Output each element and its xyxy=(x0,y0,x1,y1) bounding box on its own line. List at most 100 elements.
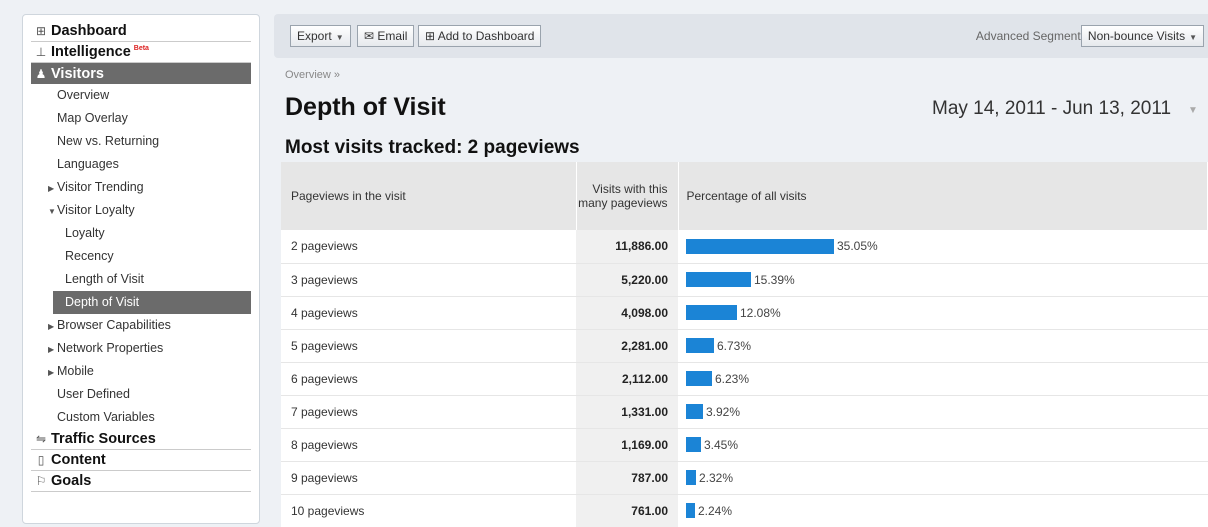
sidebar-item-label: Visitor Loyalty xyxy=(57,203,135,217)
nav-visitors[interactable]: ♟ Visitors xyxy=(31,63,251,84)
dropdown-arrow-icon: ▼ xyxy=(1189,33,1197,42)
row-visits: 11,886.00 xyxy=(576,230,678,264)
nav-visitors-label: Visitors xyxy=(51,65,104,82)
toolbar: Export ▼ ✉ Email ⊞ Add to Dashboard Advan… xyxy=(274,14,1208,58)
export-button[interactable]: Export ▼ xyxy=(290,25,351,47)
row-label[interactable]: 8 pageviews xyxy=(281,428,576,462)
page-icon: ▯ xyxy=(37,453,45,467)
percentage-label: 3.45% xyxy=(704,437,739,452)
chart-icon: ⊥ xyxy=(35,45,47,59)
row-percentage: 2.32% xyxy=(678,461,1208,495)
sidebar-item-label: Visitor Trending xyxy=(57,180,144,194)
percentage-bar xyxy=(686,470,696,486)
percentage-label: 6.23% xyxy=(715,371,750,386)
page-title: Depth of Visit xyxy=(285,93,446,121)
row-visits: 787.00 xyxy=(576,461,678,495)
percentage-label: 2.24% xyxy=(698,503,733,518)
row-percentage: 6.73% xyxy=(678,329,1208,363)
row-visits: 1,331.00 xyxy=(576,395,678,429)
beta-badge: Beta xyxy=(133,45,149,52)
row-label[interactable]: 4 pageviews xyxy=(281,296,576,330)
sidebar-item-loyalty[interactable]: Loyalty xyxy=(31,222,251,245)
table-row: 10 pageviews 761.00 2.24% xyxy=(281,494,1208,527)
segment-select[interactable]: Non-bounce Visits ▼ xyxy=(1080,25,1204,47)
row-percentage: 15.39% xyxy=(678,263,1208,297)
add-to-dashboard-button[interactable]: ⊞ Add to Dashboard xyxy=(418,25,542,47)
percentage-label: 15.39% xyxy=(754,272,795,287)
nav-content[interactable]: ▯ Content xyxy=(31,450,251,471)
percentage-label: 3.92% xyxy=(706,404,741,419)
expand-arrow-icon: ▶ xyxy=(48,322,55,331)
row-visits: 1,169.00 xyxy=(576,428,678,462)
nav-goals[interactable]: ⚐ Goals xyxy=(31,471,251,492)
chevron-down-icon[interactable]: ▼ xyxy=(1188,105,1198,116)
nav-traffic-sources-label: Traffic Sources xyxy=(51,431,156,447)
table-header-row: Pageviews in the visit Visits with this … xyxy=(281,162,1208,230)
row-label[interactable]: 6 pageviews xyxy=(281,362,576,396)
table-row: 6 pageviews 2,112.00 6.23% xyxy=(281,362,1208,396)
sidebar-item-visitor-loyalty[interactable]: ▼Visitor Loyalty xyxy=(31,199,251,222)
percentage-bar xyxy=(686,371,712,387)
percentage-label: 35.05% xyxy=(837,239,878,254)
sidebar-item-map-overlay[interactable]: Map Overlay xyxy=(31,107,251,130)
dropdown-arrow-icon: ▼ xyxy=(335,33,344,42)
depth-table: Pageviews in the visit Visits with this … xyxy=(281,162,1208,527)
envelope-icon: ✉ xyxy=(364,29,375,43)
table-row: 4 pageviews 4,098.00 12.08% xyxy=(281,296,1208,330)
row-label[interactable]: 10 pageviews xyxy=(281,494,576,527)
sidebar-item-network-properties[interactable]: ▶ Network Properties xyxy=(31,337,251,360)
export-label: Export xyxy=(297,29,332,43)
column-header-visits[interactable]: Visits with this many pageviews xyxy=(576,162,679,230)
add-to-dashboard-label: Add to Dashboard xyxy=(437,29,535,43)
percentage-label: 6.73% xyxy=(717,338,752,353)
sidebar-item-visitor-trending[interactable]: ▶ Visitor Trending xyxy=(31,176,251,199)
date-range-picker[interactable]: May 14, 2011 - Jun 13, 2011 xyxy=(932,98,1171,120)
grid-icon: ⊞ xyxy=(425,29,436,43)
sidebar-item-new-vs-returning[interactable]: New vs. Returning xyxy=(31,130,251,153)
row-label[interactable]: 9 pageviews xyxy=(281,461,576,495)
sidebar-item-depth-of-visit[interactable]: Depth of Visit xyxy=(53,291,251,314)
row-percentage: 3.45% xyxy=(678,428,1208,462)
percentage-bar xyxy=(686,305,737,321)
row-percentage: 6.23% xyxy=(678,362,1208,396)
advanced-segments-label: Advanced Segments: xyxy=(975,29,1090,43)
column-header-percentage[interactable]: Percentage of all visits xyxy=(678,162,1208,230)
nav-dashboard[interactable]: ⊞ Dashboard xyxy=(31,21,251,42)
main-content: Export ▼ ✉ Email ⊞ Add to Dashboard Advan… xyxy=(274,14,1208,527)
grid-icon: ⊞ xyxy=(35,24,47,38)
percentage-bar xyxy=(686,272,751,288)
row-label[interactable]: 7 pageviews xyxy=(281,395,576,429)
email-label: Email xyxy=(377,29,408,43)
table-row: 2 pageviews 11,886.00 35.05% xyxy=(281,230,1208,264)
table-row: 7 pageviews 1,331.00 3.92% xyxy=(281,395,1208,429)
sidebar-item-custom-variables[interactable]: Custom Variables xyxy=(31,406,251,429)
sidebar-item-length-of-visit[interactable]: Length of Visit xyxy=(31,268,251,291)
email-button[interactable]: ✉ Email xyxy=(357,25,415,47)
table-row: 3 pageviews 5,220.00 15.39% xyxy=(281,263,1208,297)
expand-arrow-icon: ▶ xyxy=(48,345,55,354)
breadcrumb[interactable]: Overview » xyxy=(285,69,340,81)
percentage-label: 12.08% xyxy=(740,305,781,320)
sidebar-item-recency[interactable]: Recency xyxy=(31,245,251,268)
collapse-arrow-icon: ▼ xyxy=(48,207,56,216)
row-percentage: 12.08% xyxy=(678,296,1208,330)
sidebar-item-user-defined[interactable]: User Defined xyxy=(31,383,251,406)
nav-traffic-sources[interactable]: ⇋ Traffic Sources xyxy=(31,429,251,450)
sidebar-item-label: Mobile xyxy=(57,364,94,378)
nav-intelligence[interactable]: ⊥ Intelligence Beta xyxy=(31,42,251,63)
row-label[interactable]: 5 pageviews xyxy=(281,329,576,363)
row-label[interactable]: 2 pageviews xyxy=(281,230,576,264)
sidebar: ⊞ Dashboard ⊥ Intelligence Beta ♟ Visito… xyxy=(22,14,260,524)
percentage-label: 2.32% xyxy=(699,470,734,485)
expand-arrow-icon: ▶ xyxy=(48,368,55,377)
sidebar-item-overview[interactable]: Overview xyxy=(31,84,251,107)
row-visits: 2,281.00 xyxy=(576,329,678,363)
sidebar-item-mobile[interactable]: ▶ Mobile xyxy=(31,360,251,383)
report-subtitle: Most visits tracked: 2 pageviews xyxy=(285,137,580,158)
row-label[interactable]: 3 pageviews xyxy=(281,263,576,297)
sidebar-item-browser-capabilities[interactable]: ▶ Browser Capabilities xyxy=(31,314,251,337)
table-row: 8 pageviews 1,169.00 3.45% xyxy=(281,428,1208,462)
row-visits: 761.00 xyxy=(576,494,678,527)
sidebar-item-languages[interactable]: Languages xyxy=(31,153,251,176)
column-header-pageviews[interactable]: Pageviews in the visit xyxy=(281,162,577,230)
